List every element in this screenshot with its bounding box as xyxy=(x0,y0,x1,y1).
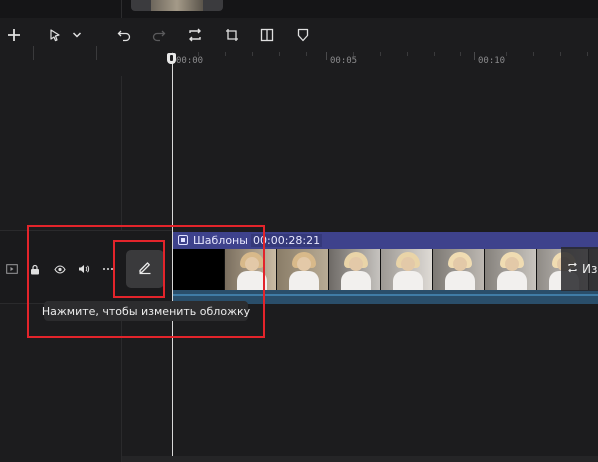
shield-icon[interactable] xyxy=(292,24,314,46)
video-clip[interactable]: Шаблоны 00:00:28:21 Из xyxy=(173,232,598,304)
time-ruler[interactable]: 00:00 00:05 00:10 xyxy=(0,52,598,70)
replace-icon xyxy=(567,262,578,276)
loop-icon[interactable] xyxy=(184,24,206,46)
clip-frames xyxy=(173,249,598,290)
clip-frame xyxy=(485,249,537,290)
playhead-handle[interactable] xyxy=(167,53,176,64)
clip-frame xyxy=(225,249,277,290)
clip-frame xyxy=(173,249,225,290)
video-track-icon xyxy=(6,263,18,275)
split-icon[interactable] xyxy=(256,24,278,46)
crop-icon[interactable] xyxy=(221,24,243,46)
eye-icon[interactable] xyxy=(54,263,66,275)
panel-divider xyxy=(121,0,122,18)
timeline-toolbar xyxy=(0,18,598,60)
ruler-label: 00:00 xyxy=(176,56,204,66)
ruler-tick xyxy=(326,52,327,60)
volume-icon[interactable] xyxy=(78,263,90,275)
replace-label: Из xyxy=(582,262,598,276)
more-icon[interactable] xyxy=(102,263,114,275)
clip-frame xyxy=(277,249,329,290)
top-strip xyxy=(0,0,598,19)
media-thumbnail[interactable] xyxy=(131,0,223,11)
ruler-tick xyxy=(474,52,475,60)
clip-duration: 00:00:28:21 xyxy=(251,234,323,247)
undo-icon[interactable] xyxy=(113,24,135,46)
plus-icon[interactable] xyxy=(3,24,25,46)
chevron-down-icon[interactable] xyxy=(66,24,88,46)
pencil-icon xyxy=(137,259,153,279)
cursor-icon[interactable] xyxy=(44,24,66,46)
replace-button[interactable]: Из xyxy=(561,247,598,291)
clip-frame xyxy=(329,249,381,290)
clip-label: Шаблоны xyxy=(193,234,248,247)
template-icon xyxy=(178,235,188,245)
playhead-line xyxy=(172,60,173,462)
cover-tooltip: Нажмите, чтобы изменить обложку xyxy=(42,301,250,321)
ruler-label: 00:05 xyxy=(330,56,358,66)
redo-icon[interactable] xyxy=(148,24,170,46)
clip-frame xyxy=(433,249,485,290)
clip-header: Шаблоны 00:00:28:21 xyxy=(173,232,598,249)
lock-icon[interactable] xyxy=(29,263,41,275)
edit-cover-button[interactable] xyxy=(126,250,164,288)
horizontal-scrollbar[interactable] xyxy=(122,456,598,462)
clip-frame xyxy=(381,249,433,290)
ruler-label: 00:10 xyxy=(478,56,506,66)
